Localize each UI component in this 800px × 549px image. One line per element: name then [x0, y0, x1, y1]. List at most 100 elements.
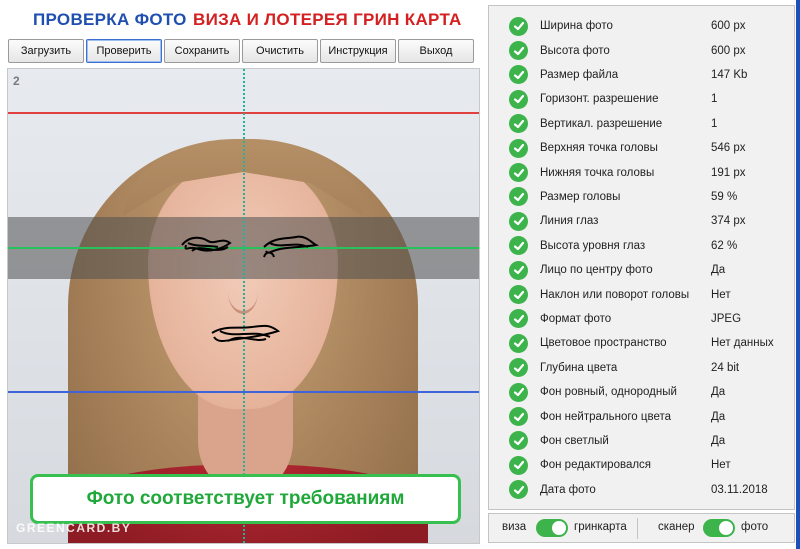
result-label: Размер головы [540, 190, 621, 203]
load-button[interactable]: Загрузить [8, 39, 84, 63]
save-button[interactable]: Сохранить [164, 39, 240, 63]
check-icon [509, 260, 528, 280]
photo-preview: 2 Фото соответствует требованиям GREENCA… [7, 68, 480, 544]
check-icon [509, 65, 528, 85]
check-icon [509, 407, 528, 427]
result-row-color-depth: Глубина цвета 24 bit [489, 356, 794, 380]
result-label: Нижняя точка головы [540, 166, 655, 179]
result-value: 62 % [711, 239, 738, 252]
result-row-color-space: Цветовое пространство Нет данных [489, 331, 794, 355]
result-row-bg-neutral: Фон нейтрального цвета Да [489, 404, 794, 428]
check-icon [509, 333, 528, 353]
result-row-face-centered: Лицо по центру фото Да [489, 258, 794, 282]
result-value: Да [711, 410, 726, 423]
left-eye-scribble [181, 236, 232, 252]
result-value: 59 % [711, 190, 738, 203]
watermark: GREENCARD.BY [16, 521, 132, 535]
check-button[interactable]: Проверить [86, 39, 162, 63]
toggle-knob [552, 521, 566, 535]
result-label: Ширина фото [540, 20, 613, 33]
result-label: Горизонт. разрешение [540, 93, 659, 106]
result-row-eye-level: Высота уровня глаз 62 % [489, 234, 794, 258]
photo-mode-label: фото [741, 521, 769, 533]
result-row-head-top: Верхняя точка головы 546 px [489, 136, 794, 160]
check-icon [509, 236, 528, 256]
result-label: Фон нейтрального цвета [540, 410, 672, 423]
clear-button[interactable]: Очистить [242, 39, 318, 63]
result-label: Размер файла [540, 68, 619, 81]
result-row-head-bottom: Нижняя точка головы 191 px [489, 160, 794, 184]
result-row-bg-light: Фон светлый Да [489, 429, 794, 453]
right-eye-scribble [263, 235, 320, 258]
result-label: Высота уровня глаз [540, 239, 646, 252]
result-label: Фон редактировался [540, 459, 652, 472]
app-title: ПРОВЕРКА ФОТО [33, 10, 187, 29]
check-icon [509, 41, 528, 61]
check-icon [509, 138, 528, 158]
check-icon [509, 431, 528, 451]
result-row-eye-line: Линия глаз 374 px [489, 209, 794, 233]
photo-number: 2 [13, 74, 20, 88]
visa-greencard-toggle[interactable] [536, 519, 568, 537]
check-icon [509, 163, 528, 183]
status-message: Фото соответствует требованиям [86, 488, 405, 509]
toggle-divider [637, 518, 638, 539]
result-row-file-size: Размер файла 147 Kb [489, 63, 794, 87]
result-row-format: Формат фото JPEG [489, 307, 794, 331]
result-row-height: Высота фото 600 px [489, 38, 794, 62]
result-label: Высота фото [540, 44, 610, 57]
header: ПРОВЕРКА ФОТО ВИЗА И ЛОТЕРЕЯ ГРИН КАРТА [0, 0, 485, 38]
exit-button[interactable]: Выход [398, 39, 474, 63]
check-icon [509, 455, 528, 475]
result-label: Вертикал. разрешение [540, 117, 663, 130]
mode-toggles-bar: виза гринкарта сканер фото [488, 513, 795, 543]
result-value: Да [711, 386, 726, 399]
toolbar: Загрузить Проверить Сохранить Очистить И… [8, 39, 474, 63]
result-value: 191 px [711, 166, 746, 179]
result-label: Формат фото [540, 312, 612, 325]
result-label: Наклон или поворот головы [540, 288, 690, 301]
check-icon [509, 382, 528, 402]
result-value: Да [711, 264, 726, 277]
check-icon [509, 16, 528, 36]
result-label: Линия глаз [540, 215, 599, 228]
visa-mode-label: виза [502, 521, 527, 533]
result-value: 600 px [711, 44, 746, 57]
result-label: Фон ровный, однородный [540, 386, 677, 399]
result-value: Нет [711, 459, 731, 472]
result-row-bg-uniform: Фон ровный, однородный Да [489, 380, 794, 404]
check-icon [509, 358, 528, 378]
result-label: Лицо по центру фото [540, 264, 653, 277]
scanner-mode-label: сканер [658, 521, 695, 533]
instructions-button[interactable]: Инструкция [320, 39, 396, 63]
result-row-photo-date: Дата фото 03.11.2018 [489, 478, 794, 502]
result-value: JPEG [711, 312, 742, 325]
greencard-mode-label: гринкарта [574, 521, 627, 533]
result-value: Нет [711, 288, 731, 301]
app-subtitle: ВИЗА И ЛОТЕРЕЯ ГРИН КАРТА [193, 10, 462, 29]
result-value: 374 px [711, 215, 746, 228]
result-label: Глубина цвета [540, 361, 618, 374]
toggle-knob [719, 521, 733, 535]
result-row-width: Ширина фото 600 px [489, 14, 794, 38]
check-icon [509, 211, 528, 231]
result-value: 600 px [711, 20, 746, 33]
result-value: 03.11.2018 [711, 483, 768, 496]
result-row-v-resolution: Вертикал. разрешение 1 [489, 112, 794, 136]
result-value: 147 Kb [711, 68, 748, 81]
result-row-head-size: Размер головы 59 % [489, 185, 794, 209]
result-label: Фон светлый [540, 434, 609, 447]
result-value: 24 bit [711, 361, 740, 374]
result-label: Верхняя точка головы [540, 142, 658, 155]
window-edge [796, 0, 800, 549]
result-value: Да [711, 434, 726, 447]
check-icon [509, 480, 528, 500]
check-icon [509, 309, 528, 329]
result-value: 546 px [711, 142, 746, 155]
result-value: 1 [711, 117, 718, 130]
status-message-box: Фото соответствует требованиям [30, 474, 461, 524]
result-label: Цветовое пространство [540, 337, 667, 350]
results-panel: Ширина фото 600 px Высота фото 600 px Ра… [488, 5, 795, 510]
result-row-h-resolution: Горизонт. разрешение 1 [489, 87, 794, 111]
scanner-photo-toggle[interactable] [703, 519, 735, 537]
